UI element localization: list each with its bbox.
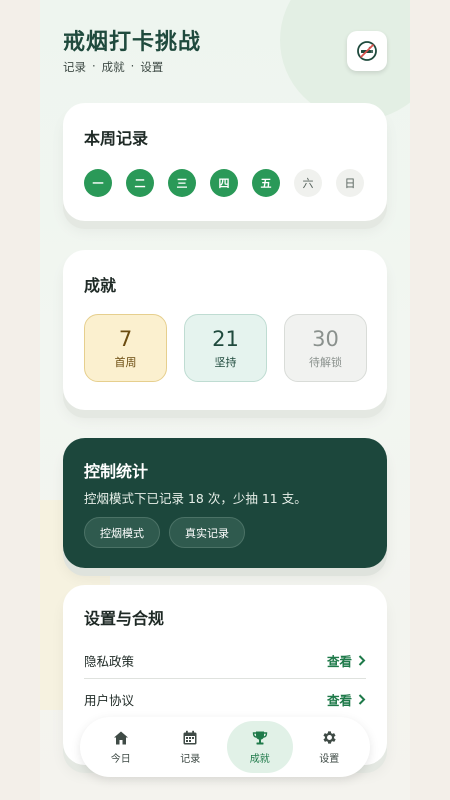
- badge-persist[interactable]: 21 坚持: [184, 314, 267, 382]
- no-smoking-icon: [357, 41, 377, 61]
- badge-row: 7 首周 21 坚持 30 待解锁: [84, 314, 367, 382]
- nav-record[interactable]: 记录: [63, 59, 86, 75]
- badge-number: 7: [118, 326, 133, 351]
- day-wed[interactable]: 三: [168, 169, 196, 197]
- badge-locked[interactable]: 30 待解锁: [284, 314, 367, 382]
- tab-today[interactable]: 今日: [88, 721, 154, 773]
- badge-first-week[interactable]: 7 首周: [84, 314, 167, 382]
- privacy-policy-label: 隐私政策: [84, 653, 135, 669]
- settings-title: 设置与合规: [84, 609, 165, 628]
- tab-settings[interactable]: 设置: [296, 721, 362, 773]
- day-fri[interactable]: 五: [252, 169, 280, 197]
- gear-icon: [323, 731, 336, 744]
- decor-circle: [280, 0, 410, 120]
- chevron-right-icon: [358, 654, 366, 666]
- user-agreement-row[interactable]: 用户协议 查看: [84, 682, 366, 716]
- user-agreement-label: 用户协议: [84, 692, 135, 708]
- tab-achievements[interactable]: 成就: [226, 721, 293, 773]
- day-sat[interactable]: 六: [294, 169, 322, 197]
- chevron-right-icon: [358, 693, 366, 705]
- day-thu[interactable]: 四: [210, 169, 238, 197]
- trophy-icon: [252, 731, 267, 744]
- control-stats-text: 控烟模式下已记录 18 次，少抽 11 支。: [84, 491, 307, 506]
- real-record-button[interactable]: 真实记录: [169, 517, 245, 548]
- nav-settings[interactable]: 设置: [140, 59, 163, 75]
- week-record-title: 本周记录: [84, 129, 149, 148]
- tab-label: 成就: [249, 753, 270, 765]
- home-icon: [113, 731, 128, 744]
- tab-label: 记录: [180, 753, 201, 765]
- day-tue[interactable]: 二: [126, 169, 154, 197]
- nav-separator: ·: [130, 59, 135, 73]
- control-mode-button[interactable]: 控烟模式: [84, 517, 160, 548]
- day-mon[interactable]: 一: [84, 169, 112, 197]
- badge-number: 21: [212, 326, 239, 351]
- privacy-policy-row[interactable]: 隐私政策 查看: [84, 643, 366, 677]
- view-label: 查看: [326, 653, 352, 669]
- page-title: 戒烟打卡挑战: [63, 30, 202, 55]
- badge-label: 待解锁: [309, 355, 342, 369]
- nav-separator: ·: [92, 59, 96, 73]
- week-record-card: 本周记录 一 二 三 四 五 六 日: [63, 103, 387, 221]
- row-divider: [84, 678, 366, 679]
- calendar-icon: [183, 730, 197, 744]
- nav-achievements[interactable]: 成就: [102, 59, 125, 75]
- day-sun[interactable]: 日: [336, 169, 364, 197]
- achievements-title: 成就: [84, 276, 117, 295]
- badge-label: 坚持: [214, 355, 237, 369]
- app-screen: 戒烟打卡挑战 记录 · 成就 · 设置 本周记录 一 二 三 四 五 六 日 成…: [40, 0, 410, 800]
- achievements-card: 成就 7 首周 21 坚持 30 待解锁: [63, 250, 387, 410]
- control-stats-title: 控制统计: [84, 462, 149, 481]
- tab-record[interactable]: 记录: [157, 721, 223, 773]
- tab-label: 今日: [110, 753, 131, 765]
- badge-label: 首周: [114, 355, 137, 369]
- header-nav: 记录 · 成就 · 设置: [63, 59, 163, 75]
- weekday-row: 一 二 三 四 五 六 日: [84, 169, 364, 197]
- control-stats-card: 控制统计 控烟模式下已记录 18 次，少抽 11 支。 控烟模式 真实记录: [63, 438, 387, 568]
- privacy-policy-view-link[interactable]: 查看: [327, 651, 366, 670]
- view-label: 查看: [326, 692, 352, 708]
- badge-number: 30: [312, 326, 339, 351]
- tab-label: 设置: [319, 754, 340, 765]
- bottom-tab-bar: 今日 记录 成就 设置: [80, 717, 370, 777]
- no-smoking-button[interactable]: [347, 31, 387, 71]
- control-buttons: 控烟模式 真实记录: [84, 517, 245, 548]
- user-agreement-view-link[interactable]: 查看: [327, 690, 366, 709]
